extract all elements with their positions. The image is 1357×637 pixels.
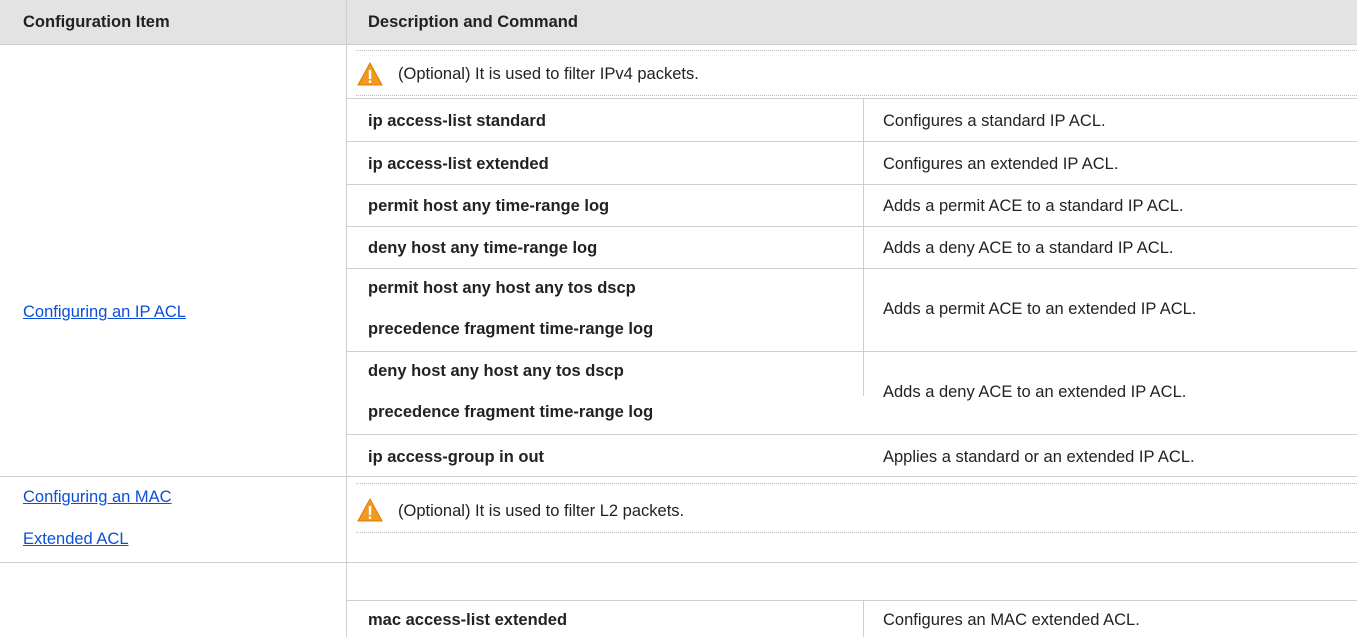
command-cell: precedence fragment time-range log	[368, 403, 654, 421]
section-rule	[0, 476, 1357, 477]
row-rule	[346, 184, 1357, 185]
command-cell: precedence fragment time-range log	[368, 320, 654, 338]
row-rule	[346, 600, 1357, 601]
command-cell: deny host any time-range log	[368, 239, 598, 257]
command-cell: permit host any host any tos dscp	[368, 279, 636, 297]
note-text: (Optional) It is used to filter IPv4 pac…	[398, 65, 699, 83]
link-configuring-mac-extended-acl[interactable]: Configuring an MAC	[23, 487, 172, 507]
row-rule	[346, 141, 1357, 142]
header-bottom-rule	[0, 44, 1357, 45]
warning-icon	[357, 62, 383, 86]
description-cell: Configures a standard IP ACL.	[883, 112, 1106, 130]
description-cell: Applies a standard or an extended IP ACL…	[883, 448, 1195, 466]
section-rule	[0, 562, 1357, 563]
warning-icon	[357, 498, 383, 522]
note-text: (Optional) It is used to filter L2 packe…	[398, 502, 685, 520]
command-cell: ip access-group in out	[368, 448, 545, 466]
col-divider-3	[863, 600, 864, 637]
description-cell: Adds a deny ACE to an extended IP ACL.	[883, 383, 1187, 401]
col-divider-1	[346, 0, 347, 637]
description-cell: Configures an MAC extended ACL.	[883, 611, 1140, 629]
row-rule	[346, 226, 1357, 227]
description-cell: Configures an extended IP ACL.	[883, 155, 1119, 173]
link-configuring-mac-extended-acl[interactable]: Extended ACL	[23, 529, 129, 549]
link-configuring-ip-acl[interactable]: Configuring an IP ACL	[23, 302, 186, 322]
row-rule	[346, 98, 1357, 99]
description-cell: Adds a deny ACE to a standard IP ACL.	[883, 239, 1174, 257]
description-cell: Adds a permit ACE to an extended IP ACL.	[883, 300, 1197, 318]
command-cell: mac access-list extended	[368, 611, 568, 629]
note-top-rule	[356, 50, 1357, 51]
row-rule	[346, 434, 1357, 435]
header-description-command: Description and Command	[368, 13, 578, 31]
description-cell: Adds a permit ACE to a standard IP ACL.	[883, 197, 1184, 215]
command-cell: deny host any host any tos dscp	[368, 362, 624, 380]
command-cell: ip access-list standard	[368, 112, 546, 130]
command-cell: ip access-list extended	[368, 155, 549, 173]
header-configuration-item: Configuration Item	[23, 13, 170, 31]
note-bottom-rule	[356, 532, 1357, 533]
note-top-rule	[356, 483, 1357, 484]
row-rule	[346, 351, 1357, 352]
table-header	[0, 0, 1357, 44]
row-rule	[346, 268, 1357, 269]
command-cell: permit host any time-range log	[368, 197, 610, 215]
note-bottom-rule	[356, 95, 1357, 96]
